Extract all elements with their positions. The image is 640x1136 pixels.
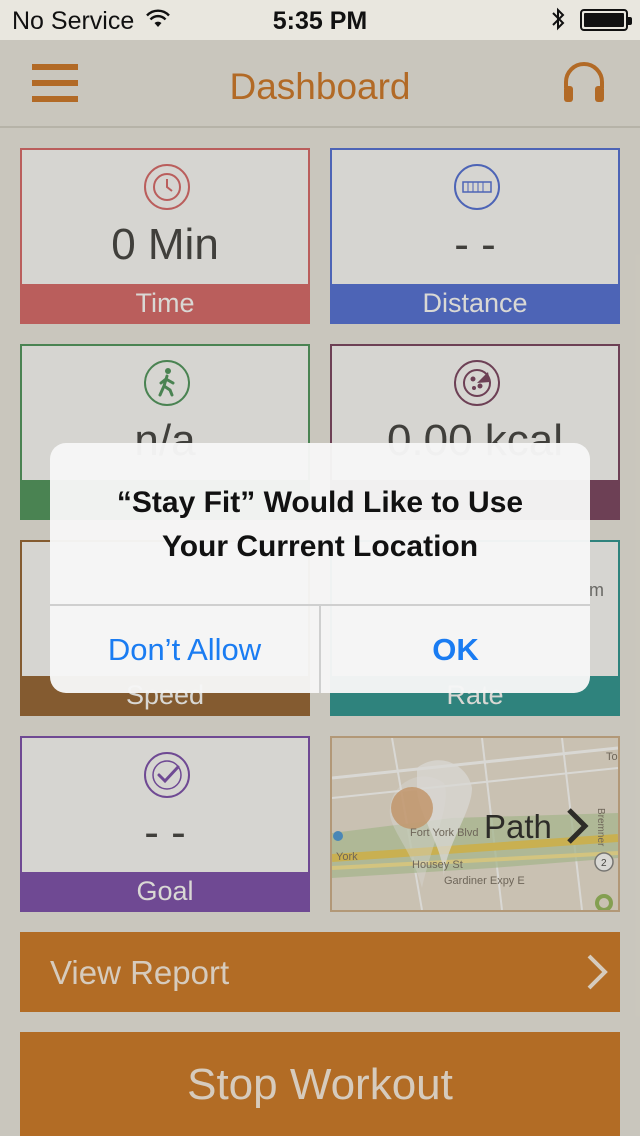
ok-button[interactable]: OK	[321, 606, 590, 693]
dashboard-screen: No Service 5:35 PM Dashboard 0 Min Time …	[0, 0, 640, 1136]
bluetooth-icon	[552, 7, 565, 31]
location-permission-alert: “Stay Fit” Would Like to Use Your Curren…	[50, 443, 590, 693]
status-bar: No Service 5:35 PM	[0, 0, 640, 40]
alert-title: “Stay Fit” Would Like to Use Your Curren…	[70, 481, 570, 569]
alert-title-line: Your Current Location	[161, 530, 479, 563]
alert-title-line: “Stay Fit” Would Like to Use	[116, 486, 524, 519]
battery-icon	[580, 9, 632, 31]
dont-allow-button[interactable]: Don’t Allow	[50, 606, 319, 693]
status-time: 5:35 PM	[272, 7, 368, 35]
